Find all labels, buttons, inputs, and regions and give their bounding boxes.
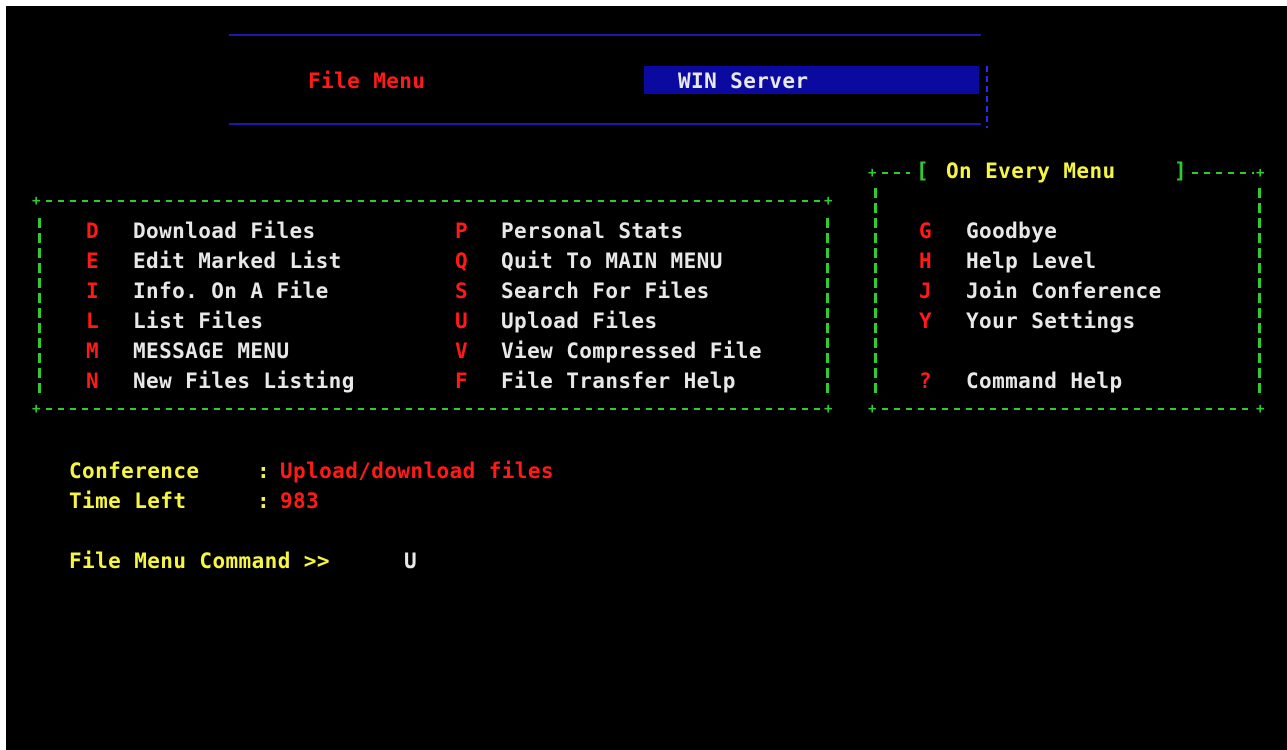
box-left-border: [874, 188, 877, 398]
time-left-label: Time Left: [69, 489, 187, 513]
hotkey-H[interactable]: H: [919, 248, 932, 274]
every-menu-title: On Every Menu: [946, 159, 1116, 183]
menu-item-info-on-a-file[interactable]: Info. On A File: [133, 278, 329, 304]
box-corner: +: [32, 401, 41, 417]
box-corner: +: [824, 401, 833, 417]
box-right-border: [1258, 188, 1261, 398]
box-corner: +: [868, 401, 877, 417]
menu-item-new-files-listing[interactable]: New Files Listing: [133, 368, 355, 394]
menu-item-message-menu[interactable]: MESSAGE MENU: [133, 338, 290, 364]
hotkey-question[interactable]: ?: [919, 368, 932, 394]
hotkey-D[interactable]: D: [86, 218, 99, 244]
box-left-border: [38, 218, 41, 398]
box-top-border: [882, 172, 910, 174]
menu-item-join-conference[interactable]: Join Conference: [966, 278, 1162, 304]
menu-item-personal-stats[interactable]: Personal Stats: [501, 218, 684, 244]
header-bottom-rule: [229, 123, 981, 125]
hotkey-I[interactable]: I: [86, 278, 99, 304]
box-bottom-border: [46, 408, 822, 410]
menu-item-help-level[interactable]: Help Level: [966, 248, 1096, 274]
conference-label: Conference: [69, 459, 200, 483]
menu-item-edit-marked-list[interactable]: Edit Marked List: [133, 248, 342, 274]
box-title-bracket-open: [: [916, 159, 930, 183]
box-corner: +: [868, 165, 877, 181]
box-corner: +: [32, 193, 41, 209]
hotkey-P[interactable]: P: [455, 218, 468, 244]
time-left-separator: :: [257, 489, 271, 513]
menu-title: File Menu: [308, 69, 426, 93]
menu-item-view-compressed-file[interactable]: View Compressed File: [501, 338, 762, 364]
conference-value: Upload/download files: [280, 459, 554, 483]
hotkey-G[interactable]: G: [919, 218, 932, 244]
menu-item-upload-files[interactable]: Upload Files: [501, 308, 658, 334]
hotkey-U[interactable]: U: [455, 308, 468, 334]
box-corner: +: [1256, 401, 1265, 417]
menu-item-quit-to-main-menu[interactable]: Quit To MAIN MENU: [501, 248, 723, 274]
menu-item-command-help[interactable]: Command Help: [966, 368, 1123, 394]
menu-item-download-files[interactable]: Download Files: [133, 218, 316, 244]
hotkey-M[interactable]: M: [86, 338, 99, 364]
box-corner: +: [824, 193, 833, 209]
hotkey-J[interactable]: J: [919, 278, 932, 304]
menu-item-file-transfer-help[interactable]: File Transfer Help: [501, 368, 736, 394]
server-name: WIN Server: [678, 69, 809, 93]
box-corner: +: [1256, 165, 1265, 181]
hotkey-E[interactable]: E: [86, 248, 99, 274]
terminal-screen: File Menu WIN Server + + + + D Download …: [6, 6, 1287, 750]
hotkey-V[interactable]: V: [455, 338, 468, 364]
hotkey-S[interactable]: S: [455, 278, 468, 304]
box-right-border: [826, 218, 829, 398]
menu-item-goodbye[interactable]: Goodbye: [966, 218, 1057, 244]
header-top-rule: [229, 34, 981, 36]
time-left-value: 983: [280, 489, 320, 513]
box-top-border: [46, 200, 822, 202]
menu-item-list-files[interactable]: List Files: [133, 308, 263, 334]
menu-item-your-settings[interactable]: Your Settings: [966, 308, 1136, 334]
menu-item-search-for-files[interactable]: Search For Files: [501, 278, 710, 304]
hotkey-L[interactable]: L: [86, 308, 99, 334]
header-right-rule: [986, 66, 988, 128]
command-prompt-label: File Menu Command >>: [69, 549, 330, 573]
box-bottom-border: [882, 408, 1254, 410]
hotkey-F[interactable]: F: [455, 368, 468, 394]
conference-separator: :: [257, 459, 271, 483]
hotkey-Q[interactable]: Q: [455, 248, 468, 274]
hotkey-N[interactable]: N: [86, 368, 99, 394]
box-title-bracket-close: ]: [1174, 159, 1188, 183]
box-top-border: [1192, 172, 1254, 174]
command-input[interactable]: U: [404, 548, 417, 574]
hotkey-Y[interactable]: Y: [919, 308, 932, 334]
